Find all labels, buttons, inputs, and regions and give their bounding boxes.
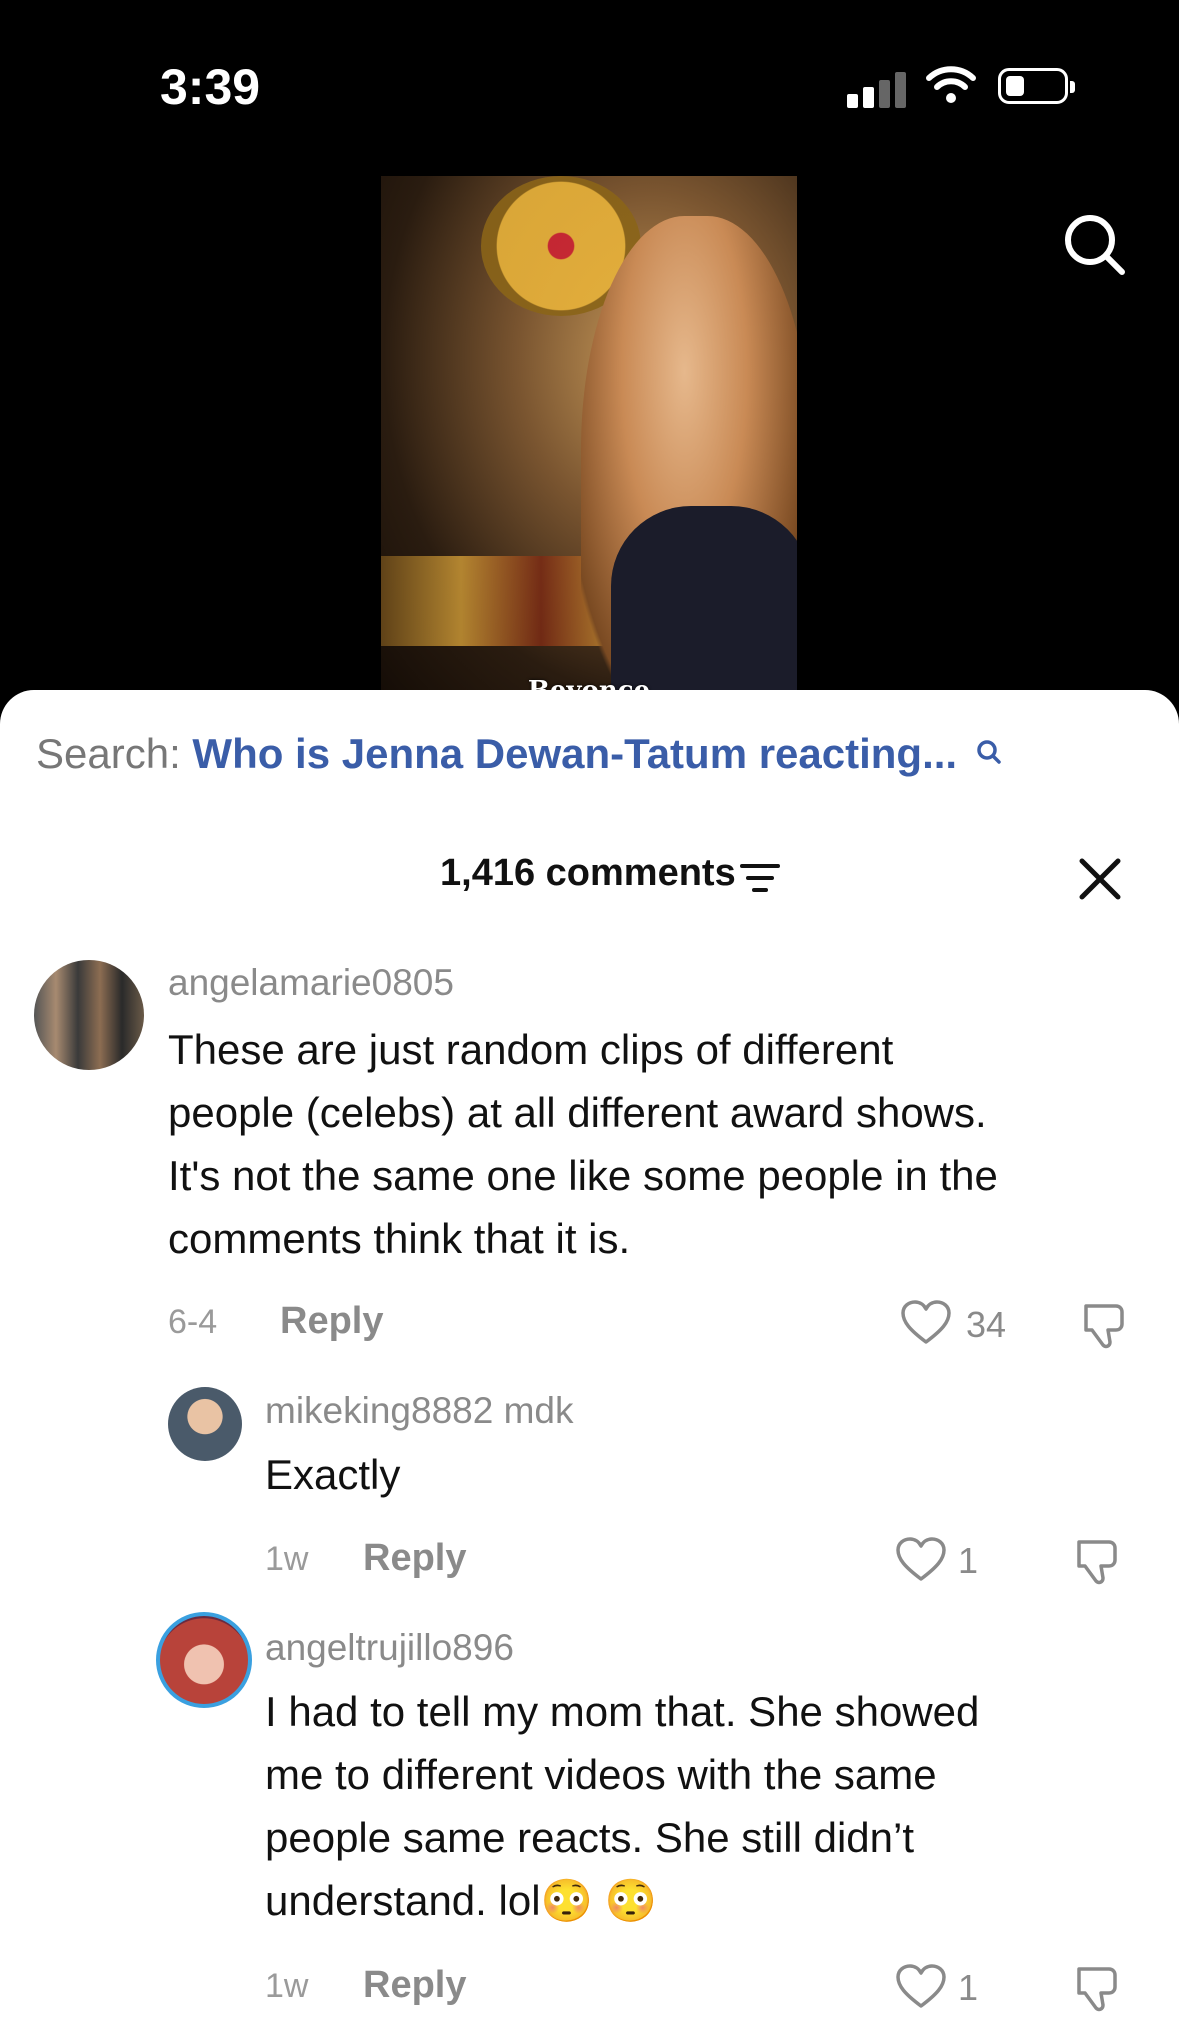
comment-line: me to different videos with the same bbox=[265, 1751, 937, 1798]
battery-icon bbox=[998, 68, 1075, 104]
avatar[interactable] bbox=[168, 1387, 242, 1461]
avatar[interactable] bbox=[156, 1612, 252, 1708]
comment-date: 1w bbox=[265, 1967, 309, 2005]
comment-line: It's not the same one like some people i… bbox=[168, 1152, 998, 1199]
comment-text: Exactly bbox=[265, 1443, 400, 1506]
dislike-icon[interactable] bbox=[1073, 1536, 1125, 1588]
video-area: 3:39 Beyonce bbox=[0, 0, 1179, 700]
dislike-icon[interactable] bbox=[1080, 1300, 1132, 1352]
search-icon[interactable] bbox=[1060, 210, 1130, 280]
search-label: Search: bbox=[36, 730, 181, 777]
heart-icon[interactable] bbox=[895, 1964, 947, 2010]
comment-line: I had to tell my mom that. She showed bbox=[265, 1688, 980, 1735]
comment-date: 1w bbox=[265, 1540, 309, 1578]
heart-icon[interactable] bbox=[895, 1537, 947, 1583]
reply-button[interactable]: Reply bbox=[363, 1964, 466, 2007]
comment-line: understand. lol😳 😳 bbox=[265, 1877, 657, 1924]
comment-username[interactable]: mikeking8882 mdk bbox=[265, 1390, 573, 1432]
signal-icon bbox=[847, 70, 907, 108]
comment-line: These are just random clips of different bbox=[168, 1026, 894, 1073]
close-icon[interactable] bbox=[1076, 855, 1124, 903]
search-suggestion[interactable]: Search: Who is Jenna Dewan-Tatum reactin… bbox=[36, 730, 1003, 778]
comment-text: These are just random clips of different… bbox=[168, 1018, 998, 1270]
search-query[interactable]: Who is Jenna Dewan-Tatum reacting... bbox=[192, 730, 957, 777]
video-player[interactable]: Beyonce bbox=[381, 176, 797, 700]
reply-button[interactable]: Reply bbox=[280, 1300, 383, 1343]
like-count: 34 bbox=[966, 1304, 1007, 1345]
dislike-icon[interactable] bbox=[1073, 1963, 1125, 2015]
comments-count: 1,416 comments bbox=[440, 852, 736, 894]
reply-button[interactable]: Reply bbox=[363, 1537, 466, 1580]
comment-text: I had to tell my mom that. She showed me… bbox=[265, 1680, 979, 1932]
comment-line: comments think that it is. bbox=[168, 1215, 631, 1262]
comment-date: 6-4 bbox=[168, 1303, 218, 1341]
like-count: 1 bbox=[958, 1967, 979, 2008]
wifi-icon bbox=[926, 66, 976, 103]
like-count: 1 bbox=[958, 1540, 979, 1581]
dress-image bbox=[611, 506, 797, 700]
heart-icon[interactable] bbox=[900, 1300, 952, 1346]
comment-line: Exactly bbox=[265, 1451, 401, 1498]
comment-username[interactable]: angeltrujillo896 bbox=[265, 1627, 514, 1669]
comment-username[interactable]: angelamarie0805 bbox=[168, 962, 454, 1004]
status-time: 3:39 bbox=[160, 59, 261, 115]
comment-line: people (celebs) at all different award s… bbox=[168, 1089, 987, 1136]
comment-line: people same reacts. She still didn’t bbox=[265, 1814, 915, 1861]
avatar[interactable] bbox=[34, 960, 144, 1070]
search-icon bbox=[977, 740, 1001, 764]
sort-icon[interactable] bbox=[740, 862, 780, 894]
